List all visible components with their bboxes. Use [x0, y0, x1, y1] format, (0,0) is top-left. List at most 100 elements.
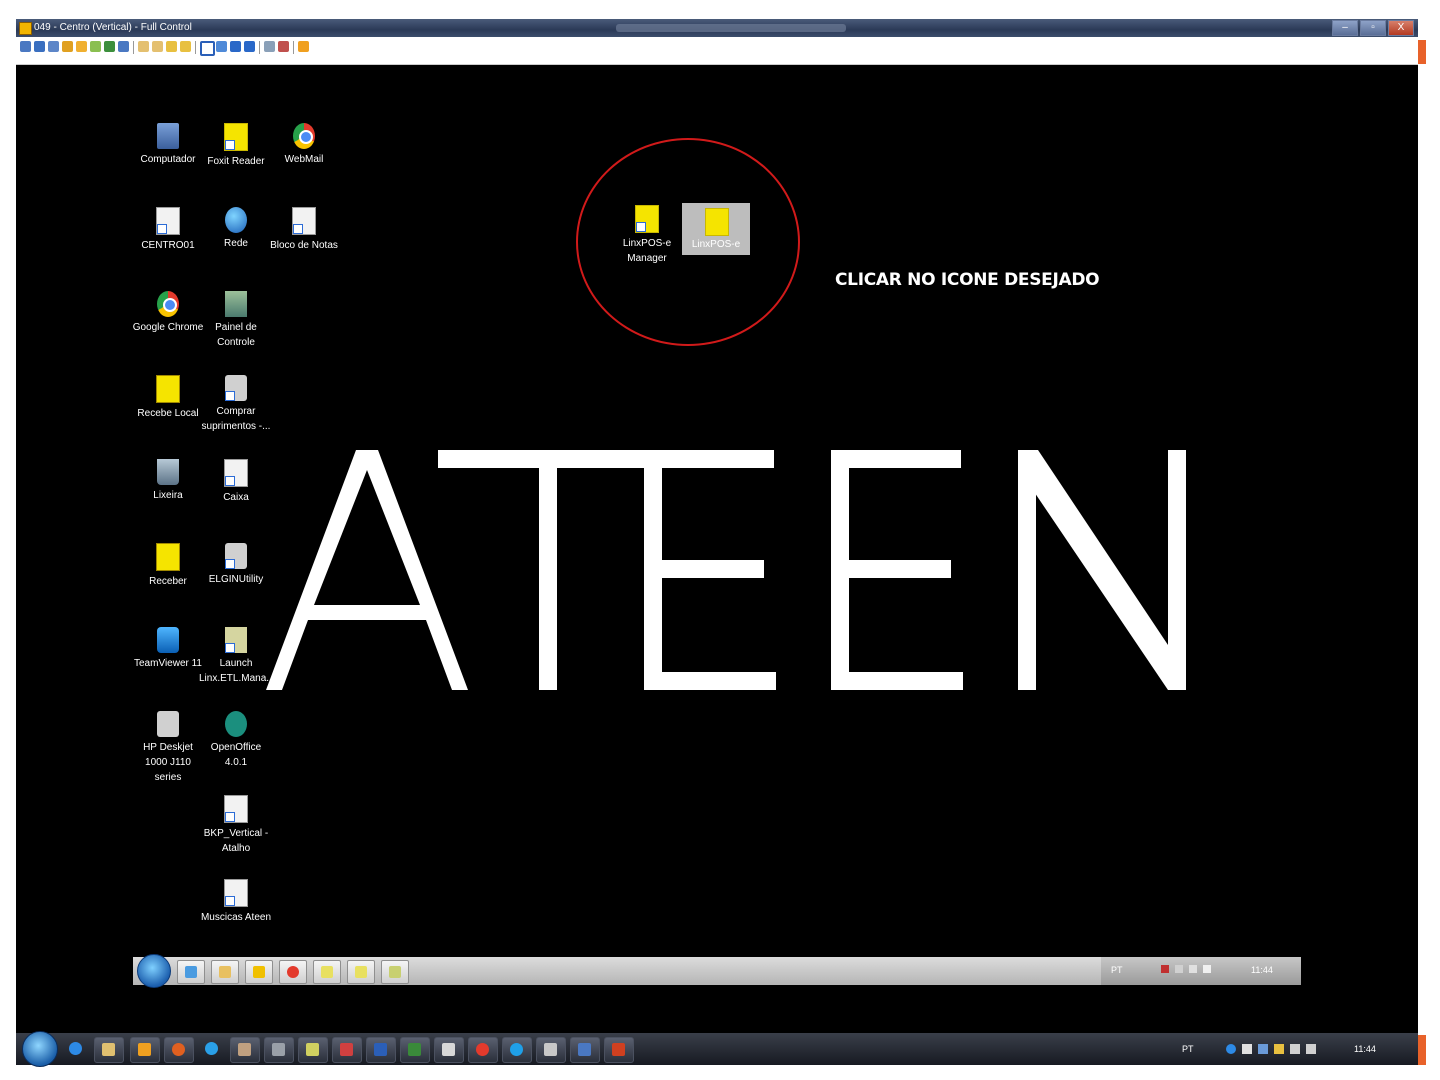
- arrows-icon[interactable]: [62, 41, 73, 52]
- desktop-icon-google-chrome[interactable]: Google Chrome: [131, 291, 205, 335]
- close-session-icon[interactable]: [298, 41, 309, 52]
- desktop-icon-foxit-reader[interactable]: Foxit Reader: [199, 123, 273, 169]
- display-icon[interactable]: [244, 41, 255, 52]
- taskbar-ie-button[interactable]: [177, 960, 205, 984]
- volume-icon[interactable]: [1189, 965, 1197, 973]
- letter-n-diagonal: [1018, 450, 1186, 690]
- openoffice-icon: [225, 711, 247, 737]
- flag-icon[interactable]: [1175, 965, 1183, 973]
- minimize-button[interactable]: –: [1332, 20, 1358, 36]
- start-orb-icon[interactable]: [137, 954, 171, 988]
- taskbar-explorer-button[interactable]: [94, 1037, 124, 1063]
- letter-e-bottom: [644, 672, 776, 690]
- taskbar-chrome-button[interactable]: [468, 1037, 498, 1063]
- language-indicator[interactable]: PT: [1182, 1044, 1194, 1054]
- launch-icon: [225, 627, 247, 653]
- desktop-icon-centro01[interactable]: CENTRO01: [131, 207, 205, 253]
- clock[interactable]: 11:44: [1251, 965, 1273, 975]
- window-icon[interactable]: [200, 41, 215, 56]
- taskbar-doc-button[interactable]: [347, 960, 375, 984]
- taskbar-shield-button[interactable]: [332, 1037, 362, 1063]
- display-icon[interactable]: [230, 41, 241, 52]
- display-icon[interactable]: [48, 41, 59, 52]
- file-icon: [156, 207, 180, 235]
- chat-icon[interactable]: [118, 41, 129, 52]
- file-icon: [224, 795, 248, 823]
- desktop-icon-launch-linx-etl[interactable]: Launch Linx.ETL.Mana...: [199, 627, 275, 686]
- toolbar-separator: [293, 41, 294, 54]
- phone-icon[interactable]: [104, 41, 115, 52]
- desktop-icon-painel-de-controle[interactable]: Painel de Controle: [199, 291, 273, 350]
- taskbar-powerpoint-button[interactable]: [604, 1037, 634, 1063]
- lock-icon[interactable]: [166, 41, 177, 52]
- network-alert-icon[interactable]: [1161, 965, 1169, 973]
- taskbar-excel-button[interactable]: [400, 1037, 430, 1063]
- taskbar-media-button[interactable]: [245, 960, 273, 984]
- screens-icon[interactable]: [216, 41, 227, 52]
- volume-icon[interactable]: [1306, 1044, 1316, 1054]
- monitor-icon[interactable]: [34, 41, 45, 52]
- taskbar-word-button[interactable]: [366, 1037, 396, 1063]
- computer-icon: [157, 123, 179, 149]
- start-orb-icon[interactable]: [22, 1031, 58, 1067]
- desktop-icon-caixa[interactable]: Caixa: [199, 459, 273, 505]
- desktop-icon-comprar-suprimentos[interactable]: Comprar suprimentos -...: [199, 375, 273, 434]
- desktop-icon-openoffice[interactable]: OpenOffice 4.0.1: [199, 711, 273, 770]
- taskbar-app-button[interactable]: [130, 1037, 160, 1063]
- user-icon[interactable]: [138, 41, 149, 52]
- taskbar-skype-button[interactable]: [502, 1037, 532, 1063]
- taskbar-app-button[interactable]: [264, 1037, 294, 1063]
- users-icon[interactable]: [152, 41, 163, 52]
- letter-t-stem: [539, 450, 557, 690]
- desktop-icon-hp-deskjet[interactable]: HP Deskjet 1000 J110 series: [131, 711, 205, 785]
- lock-icon[interactable]: [180, 41, 191, 52]
- gear-icon[interactable]: [264, 41, 275, 52]
- desktop-icon-bloco-de-notas[interactable]: Bloco de Notas: [267, 207, 341, 253]
- transfer-icon[interactable]: [90, 41, 101, 52]
- desktop-icon-teamviewer[interactable]: TeamViewer 11: [131, 627, 205, 671]
- maximize-button[interactable]: ▫: [1360, 20, 1386, 36]
- taskbar-app-button[interactable]: [230, 1037, 260, 1063]
- tray-app-icon[interactable]: [1226, 1044, 1236, 1054]
- taskbar-app-button[interactable]: [434, 1037, 464, 1063]
- desktop-icon-bkp-vertical[interactable]: BKP_Vertical - Atalho: [199, 795, 273, 856]
- taskbar-app-button[interactable]: [381, 960, 409, 984]
- desktop-icon-label: Comprar suprimentos -...: [201, 406, 271, 432]
- clock[interactable]: 11:44: [1354, 1044, 1376, 1054]
- taskbar-app-button[interactable]: [570, 1037, 600, 1063]
- desktop-icon-recebe-local[interactable]: Recebe Local: [131, 375, 205, 421]
- close-button[interactable]: X: [1388, 20, 1414, 36]
- desktop-icon-webmail[interactable]: WebMail: [267, 123, 341, 167]
- toolbar-separator: [195, 41, 196, 54]
- taskbar-app-button[interactable]: [536, 1037, 566, 1063]
- window-title-bar[interactable]: 049 - Centro (Vertical) - Full Control –…: [16, 19, 1418, 37]
- letter-e2-bottom: [831, 672, 963, 690]
- taskbar-chrome-button[interactable]: [279, 960, 307, 984]
- chrome-icon: [293, 123, 315, 149]
- windows-flag-icon[interactable]: [1242, 1044, 1252, 1054]
- desktop-icon-elginutility[interactable]: ELGINUtility: [199, 543, 273, 587]
- highlight-circle: [576, 138, 800, 346]
- desktop-icon-receber[interactable]: Receber: [131, 543, 205, 589]
- language-indicator[interactable]: PT: [1111, 965, 1123, 975]
- flag-icon[interactable]: [1274, 1044, 1284, 1054]
- taskbar-app-button[interactable]: [298, 1037, 328, 1063]
- remote-desktop[interactable]: Computador CENTRO01 Google Chrome Recebe…: [16, 65, 1418, 1033]
- desktop-icon-lixeira[interactable]: Lixeira: [131, 459, 205, 503]
- desktop-icon-muscicas-ateen[interactable]: Muscicas Ateen: [199, 879, 273, 925]
- remote-taskbar: PT 11:44: [133, 954, 1301, 988]
- taskbar-folder-button[interactable]: [211, 960, 239, 984]
- computer-icon[interactable]: [20, 41, 31, 52]
- windows-flag-icon[interactable]: [1203, 965, 1211, 973]
- refresh-icon[interactable]: [76, 41, 87, 52]
- tools-icon[interactable]: [278, 41, 289, 52]
- taskbar-firefox-button[interactable]: [164, 1037, 194, 1063]
- taskbar-doc-button[interactable]: [313, 960, 341, 984]
- network-icon[interactable]: [1290, 1044, 1300, 1054]
- desktop-icon-computador[interactable]: Computador: [131, 123, 205, 167]
- desktop-icon-rede[interactable]: Rede: [199, 207, 273, 251]
- taskbar-app-button[interactable]: [198, 1037, 226, 1061]
- desktop-icon-label: Foxit Reader: [207, 156, 265, 167]
- shield-icon[interactable]: [1258, 1044, 1268, 1054]
- taskbar-ie-button[interactable]: [62, 1037, 90, 1061]
